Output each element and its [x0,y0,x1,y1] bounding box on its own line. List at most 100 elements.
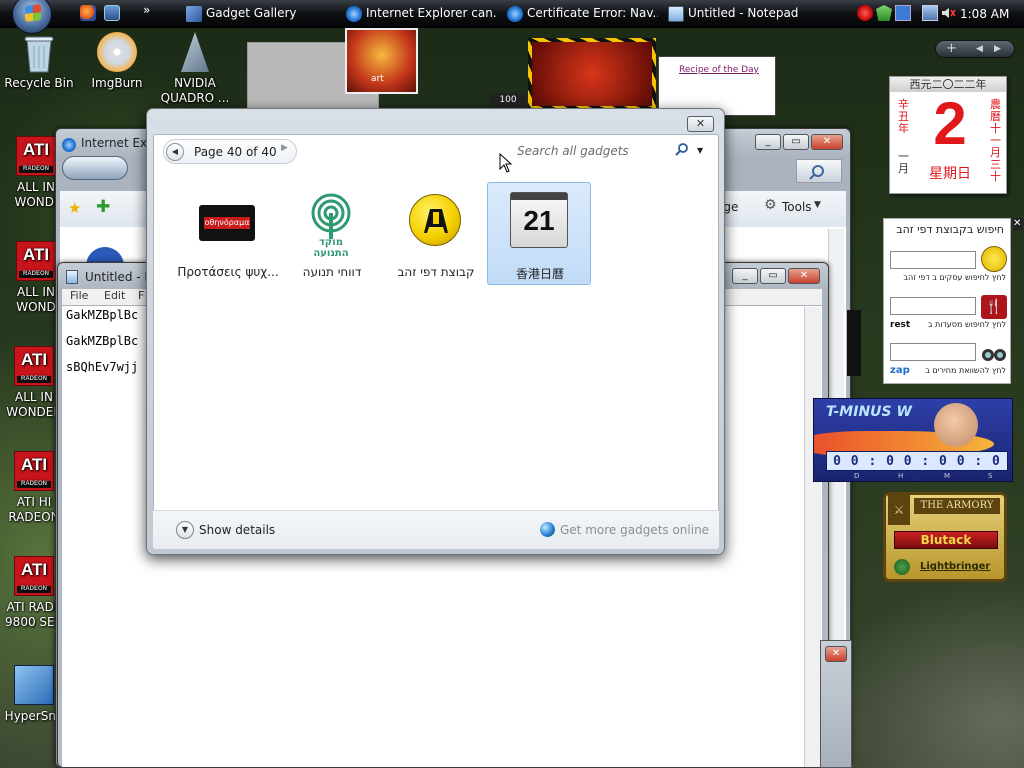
ati-icon: ATI [14,556,54,596]
previous-page-button[interactable]: ◀ [166,143,184,161]
gallery-pager: ◀ Page 40 of 40 ▶ [163,139,297,164]
ati-icon: ATI [16,136,56,176]
yellow-pages-icon [409,194,461,246]
gallery-close-button[interactable]: ✕ [687,116,714,132]
yellow-pages-icon[interactable] [981,246,1007,272]
gadget-close-icon[interactable]: ✕ [1013,218,1023,230]
volume-mute-icon[interactable] [940,5,956,21]
menu-edit[interactable]: Edit [104,289,125,302]
search-icon[interactable] [675,143,689,160]
calendar-left-column: 辛丑年 [898,98,909,135]
ie-minimize-button[interactable]: _ [755,134,781,150]
gadget-item[interactable]: מוקד התנועה דווחי תנועה [279,182,383,285]
gadget-label: Προτάσεις ψυχ... [177,265,279,279]
background-close-button[interactable]: ✕ [825,646,847,662]
calendar-header-bar [511,193,567,200]
taskbar-button-notepad[interactable]: Untitled - Notepad [664,2,814,25]
imgburn-icon [97,32,137,72]
gadget-label: קבוצת דפי זהב [397,265,475,279]
get-more-gadgets-link[interactable]: Get more gadgets online [560,523,709,537]
ie-close-button[interactable]: ✕ [811,134,843,150]
add-favorites-icon[interactable]: ✚ [96,197,110,217]
gadget-gallery-icon [186,6,202,22]
restaurant-icon[interactable]: 🍴 [981,295,1007,319]
windows-logo-icon [25,4,41,22]
quicklaunch-overflow[interactable]: » [143,3,150,17]
armory-logo-icon: ⚔ [888,495,910,525]
recycle-bin-icon [19,32,59,73]
favorites-star-icon[interactable]: ★ [68,199,81,217]
search-row-label: לחץ לחיפוש מסעדות ב [927,320,1006,329]
firefox-icon[interactable] [80,5,96,21]
binoculars-icon[interactable] [981,343,1007,363]
traffic-antenna-icon: מוקד התנועה [301,193,361,259]
ati-icon: ATI [16,241,56,281]
add-gadget-button[interactable]: + [946,41,957,56]
t-minus-title: T-MINUS W [826,404,912,420]
taskbar-clock[interactable]: 1:08 AM [960,0,1009,28]
gadget-thumb-text: מוקד התנועה [313,237,349,259]
notepad-minimize-button[interactable]: _ [732,268,758,284]
desktop-icon-nvidia-quadro[interactable]: NVIDIA QUADRO ... [160,32,230,106]
gallery-search-box[interactable]: Search all gadgets ▼ [509,143,709,161]
chinese-calendar-gadget[interactable]: 西元二〇二二年 辛丑年 一月 2 星期日 農曆十一月三十 [889,76,1007,194]
desktop-icon-imgburn[interactable]: ImgBurn [80,32,154,91]
nvidia-quadro-icon [181,32,209,72]
taskbar-button-certificate-error[interactable]: Certificate Error: Nav... [503,2,658,25]
shield-icon[interactable] [876,5,892,21]
sidebar-controls: + ◀ ▶ [935,40,1015,58]
chevron-down-icon[interactable]: ▼ [176,521,194,539]
calendar-weekday: 星期日 [929,166,971,182]
gadget-item-selected[interactable]: 21 香港日曆 [487,182,591,285]
start-button[interactable] [12,0,52,34]
gadget-thumbnail: οθηνόραμα [199,205,255,241]
ie-nav-buttons[interactable] [62,156,128,180]
search-row-label: לחץ להשוואת מחירים ב [925,366,1006,375]
zap-brand: zap [890,365,910,376]
restaurant-search-input[interactable] [890,297,976,315]
armory-gadget: ⚔ THE ARMORY Blutack Lightbringer [883,492,1007,582]
menu-format[interactable]: F [138,289,144,302]
previous-gadgets-button[interactable]: ◀ [976,44,983,54]
ie-icon [507,6,523,22]
rest-brand: rest [890,320,911,330]
notepad-line: GakMZBplBc [66,334,139,348]
notepad-close-button[interactable]: ✕ [788,268,820,284]
chevron-down-icon[interactable]: ▼ [697,146,703,155]
network-icon[interactable] [922,5,938,21]
security-alert-icon[interactable] [857,5,873,21]
notepad-icon [66,270,78,284]
gadget-item[interactable]: οθηνόραμα Προτάσεις ψυχ... [175,182,279,285]
notepad-scrollbar[interactable] [804,307,821,767]
gadget-item[interactable]: קבוצת דפי זהב [383,182,487,285]
ie-search-button[interactable] [796,159,842,183]
show-desktop-icon[interactable] [104,5,120,21]
price-compare-input[interactable] [890,343,976,361]
gadget-label: דווחי תנועה [302,265,362,279]
next-page-button[interactable]: ▶ [281,143,288,153]
count-badge: 100 [490,93,526,107]
next-gadgets-button[interactable]: ▶ [994,44,1001,54]
recipe-link[interactable]: Recipe of the Day [679,65,759,75]
unit-minutes: M [944,472,951,480]
calendar-day: 2 [933,90,967,157]
taskbar-button-gadget-gallery[interactable]: Gadget Gallery [182,2,337,25]
desktop-icon-recycle-bin[interactable]: Recycle Bin [2,32,76,91]
notepad-maximize-button[interactable]: ▭ [760,268,786,284]
armory-title: THE ARMORY [914,498,1000,514]
menu-file[interactable]: File [70,289,88,302]
gadget-thumb-text: οθηνόραμα [204,217,250,229]
lightbringer-link[interactable]: Lightbringer [920,561,990,572]
show-details-button[interactable]: Show details [199,523,275,537]
t-minus-gadget: T-MINUS W 0 0 : 0 0 : 0 0 : 0 0 D H M S [813,398,1013,482]
network-status-icon[interactable] [895,5,911,21]
countdown-display: 0 0 : 0 0 : 0 0 : 0 0 [826,451,1008,481]
ie-tools-menu[interactable]: Tools [782,200,812,214]
ati-icon: ATI [14,346,54,386]
ie-maximize-button[interactable]: ▭ [783,134,809,150]
taskbar-button-internet-explorer[interactable]: Internet Explorer can... [342,2,498,25]
business-search-input[interactable] [890,251,976,269]
blutack-button[interactable]: Blutack [894,531,998,549]
chevron-down-icon: ▼ [814,200,821,210]
gadget-thumb-text: 21 [523,205,555,236]
